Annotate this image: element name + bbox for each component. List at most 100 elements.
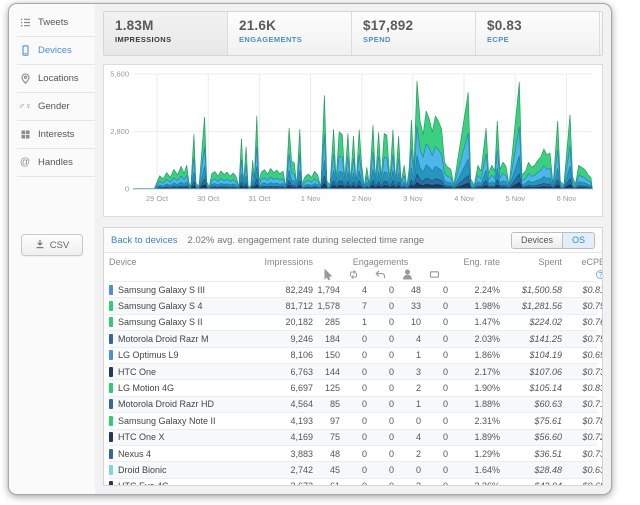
stat-value: $17,892 (363, 18, 464, 33)
eng-rate-value: 2.03% (448, 334, 500, 344)
phone-icon (19, 45, 31, 56)
device-name: HTC One (118, 367, 156, 377)
list-icon (19, 17, 31, 28)
impressions-value: 6,763 (255, 367, 313, 377)
back-to-devices-link[interactable]: Back to devices (111, 235, 178, 246)
eng-rate-value: 2.24% (448, 285, 500, 295)
sidebar-item-handles[interactable]: @ Handles (9, 149, 95, 176)
sidebar-item-interests[interactable]: Interests (9, 121, 95, 148)
svg-text:29 Oct: 29 Oct (146, 194, 169, 203)
sidebar-item-tweets[interactable]: Tweets (9, 9, 95, 36)
spent-value: $42.94 (500, 481, 562, 486)
table-row: Droid Bionic2,7424500001.64%$28.48$0.63 (109, 461, 597, 477)
eng-rate-value: 1.47% (448, 317, 500, 327)
ecpe-value: $0.71 (562, 399, 603, 409)
sidebar-item-devices[interactable]: Devices (9, 37, 95, 64)
card-icon[interactable] (421, 269, 448, 280)
sidebar-item-label: Interests (38, 129, 74, 140)
sidebar-item-gender[interactable]: ♂♀ Gender (9, 93, 95, 120)
engagement-value: 97 (313, 416, 340, 426)
eng-rate-value: 2.31% (448, 416, 500, 426)
ecpe-value: $0.75 (562, 334, 603, 344)
svg-text:5,600: 5,600 (110, 70, 129, 79)
engagement-value: 184 (313, 334, 340, 344)
ecpe-value: $0.79 (562, 301, 603, 311)
device-name: Motorola Droid Razr M (118, 334, 209, 344)
sidebar-item-label: Devices (38, 45, 72, 56)
col-header-spent[interactable]: Spent (500, 257, 562, 267)
impressions-value: 2,672 (255, 481, 313, 486)
engagement-value: 144 (313, 367, 340, 377)
stat-tab-ecpe[interactable]: $0.83 ECPE (476, 12, 600, 55)
ecpe-value: $0.68 (562, 481, 603, 486)
engagement-value: 0 (421, 481, 448, 486)
col-header-eng-rate[interactable]: Eng. rate (448, 257, 500, 267)
col-header-ecpe[interactable]: eCPE (562, 257, 603, 267)
svg-text:30 Oct: 30 Oct (197, 194, 220, 203)
engagement-value: 0 (367, 285, 394, 295)
svg-text:31 Oct: 31 Oct (248, 194, 271, 203)
table-row: Nexus 43,8834800201.29%$36.51$0.73 (109, 445, 597, 461)
stats-filler (600, 12, 602, 55)
series-color-chip (109, 399, 113, 409)
stat-tab-engagements[interactable]: 21.6K ENGAGEMENTS (228, 12, 352, 55)
eng-rate-value: 1.29% (448, 449, 500, 459)
engagement-value: 1,794 (313, 285, 340, 295)
spent-value: $105.14 (500, 383, 562, 393)
sidebar: Tweets Devices Locations ♂♀ Gender (9, 4, 95, 494)
reply-icon[interactable] (367, 269, 394, 280)
stat-tab-impressions[interactable]: 1.83M IMPRESSIONS (104, 12, 228, 55)
engagement-value: 0 (421, 416, 448, 426)
svg-text:3 Nov: 3 Nov (403, 194, 423, 203)
engagement-value: 1 (394, 350, 421, 360)
engagement-value: 7 (340, 301, 367, 311)
csv-button-label: CSV (50, 240, 70, 251)
engagement-value: 4 (394, 432, 421, 442)
toggle-os-button[interactable]: OS (562, 233, 594, 248)
series-color-chip (109, 432, 113, 442)
engagement-value: 0 (340, 334, 367, 344)
engagement-value: 1 (340, 317, 367, 327)
sidebar-item-label: Handles (38, 157, 73, 168)
engagement-value: 45 (313, 465, 340, 475)
eng-rate-value: 1.88% (448, 399, 500, 409)
stat-label: ECPE (487, 35, 588, 44)
engagement-value: 0 (421, 285, 448, 295)
table-row: Samsung Galaxy S II20,182285101001.47%$2… (109, 314, 597, 330)
stat-tab-spend[interactable]: $17,892 SPEND (352, 12, 476, 55)
sidebar-item-label: Tweets (38, 17, 68, 28)
cursor-click-icon[interactable] (313, 269, 340, 280)
device-name: Nexus 4 (118, 449, 151, 459)
help-icon[interactable]: ? (596, 270, 603, 279)
col-header-device[interactable]: Device (109, 257, 255, 267)
table-body: Samsung Galaxy S III82,2491,794404802.24… (109, 281, 597, 486)
divider (17, 176, 95, 177)
sidebar-item-locations[interactable]: Locations (9, 65, 95, 92)
spent-value: $107.06 (500, 367, 562, 377)
device-name: Motorola Droid Razr HD (118, 399, 214, 409)
follow-person-icon[interactable] (394, 269, 421, 280)
csv-export-button[interactable]: CSV (21, 234, 83, 256)
main-content: 1.83M IMPRESSIONS 21.6K ENGAGEMENTS $17,… (95, 4, 611, 494)
engagement-value: 0 (421, 367, 448, 377)
impressions-value: 3,883 (255, 449, 313, 459)
spent-value: $224.02 (500, 317, 562, 327)
stat-label: IMPRESSIONS (115, 35, 216, 44)
series-color-chip (109, 465, 113, 475)
col-header-impressions[interactable]: Impressions (255, 257, 313, 267)
engagement-value: 0 (421, 350, 448, 360)
retweet-icon[interactable] (340, 269, 367, 280)
impressions-value: 2,742 (255, 465, 313, 475)
stacked-area-chart: 02,8005,60029 Oct30 Oct31 Oct1 Nov2 Nov3… (104, 65, 598, 216)
spent-value: $104.19 (500, 350, 562, 360)
eng-rate-value: 1.86% (448, 350, 500, 360)
engagement-value: 4 (394, 334, 421, 344)
toggle-devices-button[interactable]: Devices (512, 233, 562, 248)
engagement-value: 0 (421, 465, 448, 475)
device-name: Samsung Galaxy S III (118, 285, 205, 295)
impressions-value: 20,182 (255, 317, 313, 327)
device-cell: Samsung Galaxy S 4 (109, 301, 255, 311)
view-toggle: Devices OS (511, 232, 595, 249)
device-name: Samsung Galaxy Note II (118, 416, 216, 426)
impressions-value: 4,193 (255, 416, 313, 426)
